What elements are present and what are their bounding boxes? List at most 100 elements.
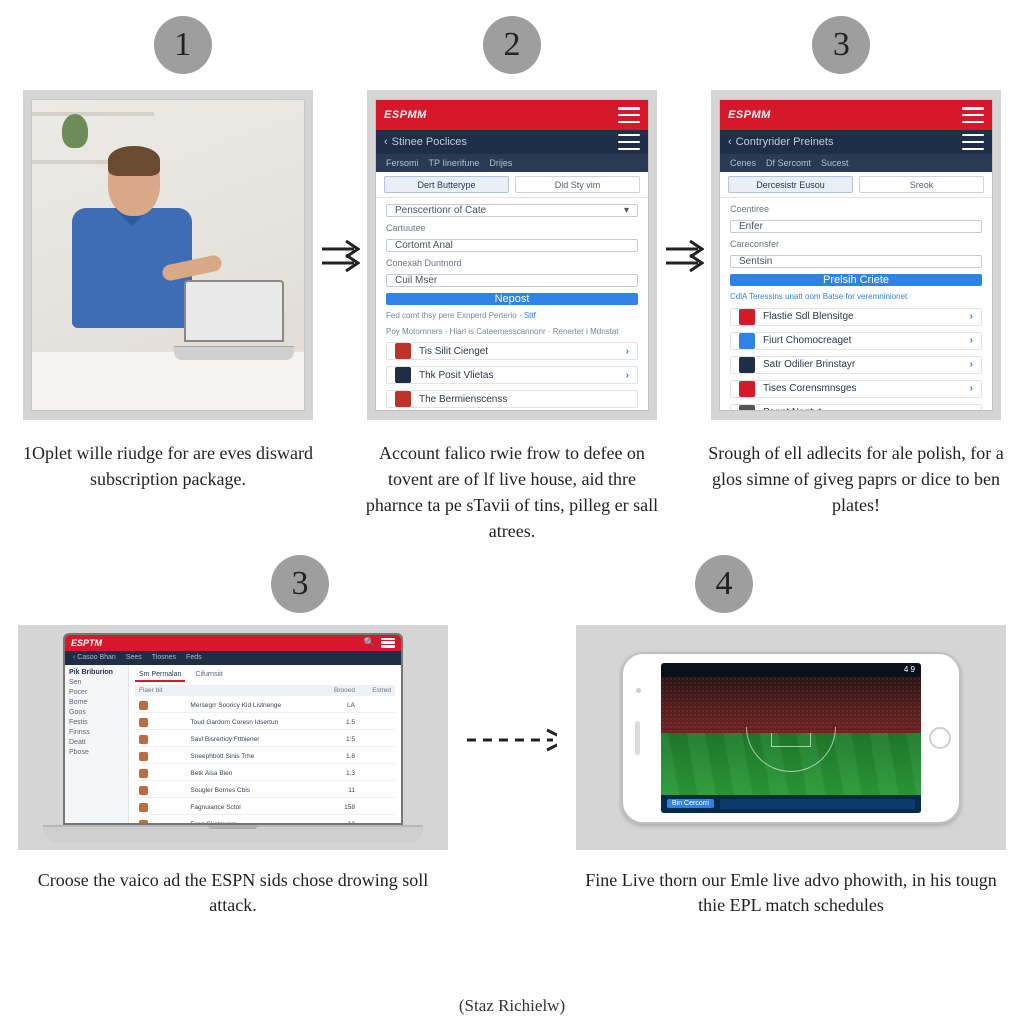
step-4-caption: Fine Live thorn our Emle live advo phowi… (581, 868, 1001, 918)
list-item-label: Tises Corensmnsges (763, 383, 857, 394)
list-item[interactable]: Tis Silit Cienget › (386, 342, 638, 360)
table-row[interactable]: Fagnuiance Sctol158 (135, 801, 395, 815)
back-button[interactable]: ‹ Stinee Poclices (384, 136, 467, 148)
step-1-column: 1Oplet wille riudge for are eves disward… (18, 90, 318, 492)
text-input[interactable]: Cortomt Anal (386, 239, 638, 252)
list-item[interactable]: Fiurt Chomocreaget › (730, 332, 982, 350)
chevron-right-icon: › (626, 346, 629, 357)
page-title: Contryrider Preinets (736, 136, 834, 148)
tab[interactable]: Sreok (859, 176, 984, 193)
list-item[interactable]: Thk Posit Vlietas › (386, 366, 638, 384)
tab-active[interactable]: Dert Butterype (384, 176, 509, 193)
table-row[interactable]: Fose Sketswnrs13 (135, 818, 395, 825)
tab-active[interactable]: Dercesistr Eusou (728, 176, 853, 193)
table-row[interactable]: Betk Aisa Bien1.3 (135, 767, 395, 781)
list-icon[interactable] (962, 134, 984, 150)
brand-logo: ESPMM (728, 109, 771, 121)
list-icon[interactable] (618, 134, 640, 150)
list-item[interactable]: Tises Corensmnsges › (730, 380, 982, 398)
step-badge-1: 1 (154, 16, 212, 74)
sidebar: Pik Briburion Sen Pocer Bome Goos Festis… (65, 665, 129, 823)
dropdown-value: Penscertionr of Cate (395, 205, 486, 216)
home-button[interactable] (929, 727, 951, 749)
thumbnail-icon (739, 405, 755, 410)
player-pill[interactable]: Bin Cercorri (667, 799, 714, 808)
table-row[interactable]: Mersegrr Sooricy Kld ListnengeLA (135, 699, 395, 713)
chevron-right-icon: › (970, 335, 973, 346)
hamburger-icon[interactable] (381, 638, 395, 648)
subnav-item[interactable]: Fersomi (386, 158, 419, 168)
list-item-label: Pannt Nantut (763, 407, 821, 410)
phone-speaker (635, 721, 640, 755)
thumbnail-icon (395, 391, 411, 407)
tab[interactable]: Dld Sty vim (515, 176, 640, 193)
chevron-right-icon: › (626, 370, 629, 381)
field-label: Careconsfer (730, 239, 982, 249)
subnav-item[interactable]: Sucest (821, 158, 849, 168)
text-input[interactable]: Sentsin (730, 255, 982, 268)
nav-item[interactable]: Feds (186, 654, 202, 661)
table-row[interactable]: Sneephbott Sinis Trhe1.8 (135, 750, 395, 764)
step-badge-3b: 3 (271, 555, 329, 613)
sidebar-item[interactable]: Goos (69, 709, 124, 716)
list-item-label: The Bermienscenss (419, 394, 507, 405)
brand-logo: ESPMM (384, 109, 427, 121)
table-row[interactable]: Savl Bisrertioy Fttbiener1:5 (135, 733, 395, 747)
sidebar-item[interactable]: Pocer (69, 689, 124, 696)
step-3-frame: ESPMM ‹ Contryrider Preinets Cenes Df Se… (711, 90, 1001, 420)
mobile-screen-a: ESPMM ‹ Stinee Poclices Fersomi TP Iiner… (375, 99, 649, 411)
back-button[interactable]: ‹ Contryrider Preinets (728, 136, 834, 148)
list-item[interactable]: Pannt Nantut (730, 404, 982, 410)
nav-bar: ‹ Contryrider Preinets (720, 130, 992, 154)
browser-screen: ESPTM 🔍 ‹ Casoo Bhan Sees Tiosnes Feds (63, 633, 403, 825)
nav-bar: ‹ Stinee Poclices (376, 130, 648, 154)
subnav-item[interactable]: Drijes (489, 158, 512, 168)
hamburger-icon[interactable] (962, 107, 984, 123)
list-item[interactable]: Satr Odilier Brinstayr › (730, 356, 982, 374)
footer-credit: (Staz Richielw) (0, 996, 1024, 1016)
submit-button[interactable]: Prelsih Criete (730, 274, 982, 286)
text-input[interactable]: Enfer (730, 220, 982, 233)
sidebar-item[interactable]: Deatt (69, 739, 124, 746)
list-item[interactable]: Flastie Sdl Blensitge › (730, 308, 982, 326)
top-badges: 1 2 3 (0, 16, 1024, 74)
step-1-caption: 1Oplet wille riudge for are eves disward… (18, 440, 318, 492)
sub-nav: Fersomi TP Iinerifune Drijes (376, 154, 648, 172)
chevron-down-icon: ▾ (624, 205, 629, 216)
laptop-notch (208, 825, 258, 829)
fine-link[interactable]: CdlA Teressins unatt oom Batse for verem… (730, 292, 982, 302)
tab-active[interactable]: Sm Permalan (135, 669, 185, 682)
step-3-caption: Srough of ell adlecits for ale polish, f… (706, 440, 1006, 518)
tab[interactable]: Cifurnsiit (191, 669, 226, 682)
table-row[interactable]: Sougler Bornes Cbis11 (135, 784, 395, 798)
nav-back[interactable]: ‹ Casoo Bhan (73, 654, 116, 661)
subnav-item[interactable]: Df Sercomt (766, 158, 811, 168)
sidebar-item[interactable]: Festis (69, 719, 124, 726)
phone-device: 4 9 Bin Cercorri (621, 652, 961, 824)
link[interactable]: Sttf (524, 311, 536, 320)
dropdown-field[interactable]: Penscertionr of Cate ▾ (386, 204, 638, 217)
hamburger-icon[interactable] (618, 107, 640, 123)
submit-button[interactable]: Nepost (386, 293, 638, 305)
field-label: Cartuutee (386, 223, 638, 233)
phone-screen[interactable]: 4 9 Bin Cercorri (661, 663, 921, 813)
bottom-cards: ESPTM 🔍 ‹ Casoo Bhan Sees Tiosnes Feds (18, 625, 1006, 918)
bottom-badges: 3 4 (18, 555, 1006, 613)
nav-item[interactable]: Sees (126, 654, 142, 661)
subnav-item[interactable]: TP Iinerifune (429, 158, 480, 168)
chevron-left-icon: ‹ (728, 136, 732, 148)
sidebar-item[interactable]: Sen (69, 679, 124, 686)
subnav-item[interactable]: Cenes (730, 158, 756, 168)
step-3b-caption: Croose the vaico ad the ESPN sids chose … (23, 868, 443, 918)
table-row[interactable]: Toud Gardorn Coresn Idsertun1.5 (135, 716, 395, 730)
arrow-right-icon (320, 235, 360, 275)
sidebar-item[interactable]: Pbose (69, 749, 124, 756)
sidebar-item[interactable]: Bome (69, 699, 124, 706)
sub-nav: Cenes Df Sercomt Sucest (720, 154, 992, 172)
list-item[interactable]: The Bermienscenss (386, 390, 638, 408)
search-icon[interactable]: 🔍 (364, 637, 375, 648)
crowd-texture (661, 677, 921, 733)
sidebar-item[interactable]: Finnss (69, 729, 124, 736)
nav-item[interactable]: Tiosnes (152, 654, 176, 661)
text-input[interactable]: Cuil Mser (386, 274, 638, 287)
